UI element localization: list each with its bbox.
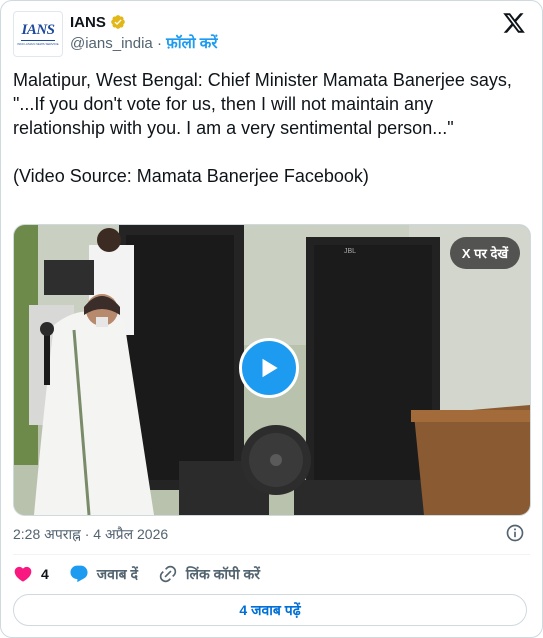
handle-separator: · (152, 35, 167, 52)
tweet-timestamp[interactable]: 2:28 अपराह्न · 4 अप्रैल 2026 (13, 525, 168, 544)
tweet-text: Malatipur, West Bengal: Chief Minister M… (13, 70, 512, 186)
avatar-logo-subtext: INDO-ASIAN NEWS SERVICE (17, 41, 59, 46)
x-logo-icon[interactable] (502, 11, 526, 35)
reply-button[interactable]: जवाब दें (69, 564, 138, 584)
account-name[interactable]: IANS (70, 14, 106, 31)
divider (13, 554, 530, 555)
read-replies-button[interactable]: 4 जवाब पढ़ें (13, 594, 527, 626)
like-button[interactable]: 4 (13, 564, 49, 584)
reply-bubble-icon (70, 565, 88, 583)
account-handle[interactable]: @ians_india (70, 35, 153, 52)
avatar[interactable]: IANS INDO-ASIAN NEWS SERVICE (13, 11, 63, 57)
view-on-x-button[interactable]: X पर देखें (449, 237, 520, 269)
play-icon (262, 358, 278, 378)
info-icon[interactable] (505, 523, 525, 543)
tweet-card: IANS INDO-ASIAN NEWS SERVICE IANS @ians_… (0, 0, 543, 638)
verified-badge-icon (111, 15, 125, 29)
action-bar: 4 जवाब दें लिंक कॉपी करें (13, 563, 280, 585)
heart-icon (14, 566, 32, 582)
avatar-logo-text: IANS (21, 21, 55, 38)
video-player[interactable]: JBL X पर देखें (13, 224, 531, 516)
speaker-brand-text: JBL (344, 248, 356, 255)
link-icon (159, 565, 177, 583)
name-row: IANS (70, 12, 217, 32)
copy-link-label: लिंक कॉपी करें (185, 565, 261, 582)
follow-button[interactable]: फ़ॉलो करें (166, 35, 217, 52)
account-info: IANS @ians_india · फ़ॉलो करें (70, 12, 217, 54)
reply-label: जवाब दें (96, 565, 138, 582)
tweet-header: IANS INDO-ASIAN NEWS SERVICE IANS @ians_… (13, 11, 530, 57)
play-button[interactable] (239, 338, 299, 398)
handle-row: @ians_india · फ़ॉलो करें (70, 34, 217, 54)
avatar-logo-divider (21, 39, 55, 41)
copy-link-button[interactable]: लिंक कॉपी करें (158, 564, 260, 584)
like-count: 4 (41, 566, 49, 582)
